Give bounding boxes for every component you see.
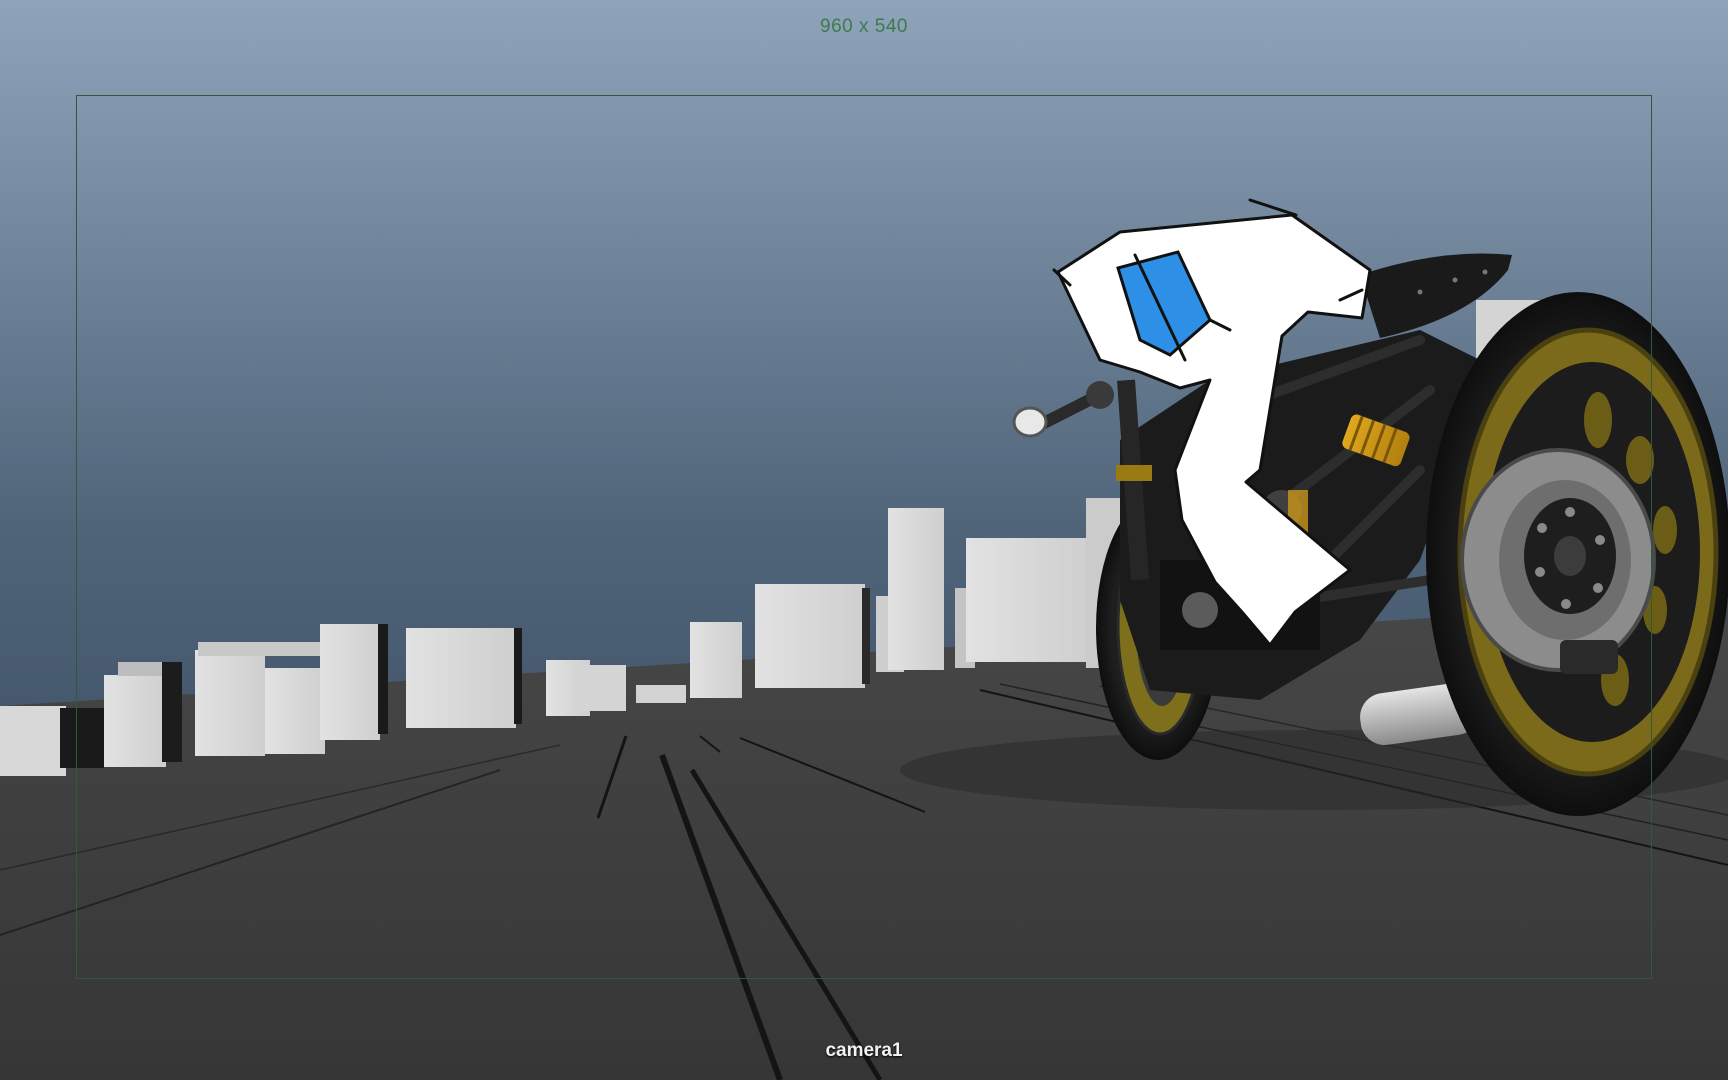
camera-viewport[interactable]: 960 x 540 camera1 <box>0 0 1728 1080</box>
camera-name-label: camera1 <box>825 1040 903 1061</box>
resolution-gate-label: 960 x 540 <box>820 16 908 37</box>
scene-render <box>0 0 1728 1080</box>
